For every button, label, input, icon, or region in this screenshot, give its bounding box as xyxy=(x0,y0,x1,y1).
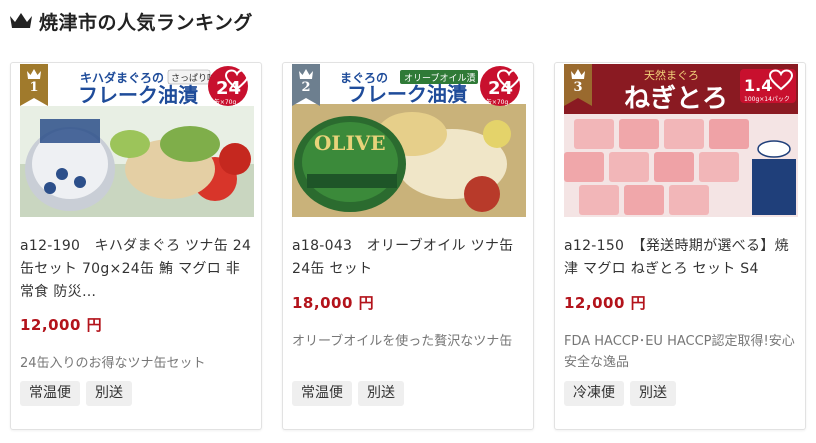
ranking-header: 焼津市の人気ランキング xyxy=(9,8,253,34)
page-title: 焼津市の人気ランキング xyxy=(39,11,253,34)
product-description: 24缶入りのお得なツナ缶セット xyxy=(20,356,206,371)
heart-icon[interactable] xyxy=(497,69,521,91)
tag-shipping: 常温便 xyxy=(292,381,352,406)
rank-number: 2 xyxy=(301,80,311,95)
tag-separate: 別送 xyxy=(630,381,676,406)
rank-number: 3 xyxy=(573,80,583,95)
product-name[interactable]: a12-190 キハダまぐろ ツナ缶 24缶セット 70g×24缶 鮪 マグロ … xyxy=(20,235,252,304)
product-price: 18,000 円 xyxy=(292,294,375,312)
image-unit: 1缶×70g xyxy=(482,98,508,106)
tag-list: 常温便 別送 xyxy=(20,381,132,406)
crown-icon xyxy=(10,13,32,28)
image-unit: 1缶×70g xyxy=(210,98,236,106)
product-description: オリーブオイルを使った贅沢なツナ缶 xyxy=(292,334,513,349)
image-caption-main: ねぎとろ xyxy=(624,84,728,114)
rank-badge: 1 xyxy=(20,64,48,106)
tag-shipping: 常温便 xyxy=(20,381,80,406)
crown-icon xyxy=(27,69,41,79)
product-image[interactable]: 天然まぐろ ねぎとろ 1.4 100g×14パック xyxy=(564,64,798,217)
crown-icon xyxy=(299,69,313,79)
image-caption-main: フレーク油漬 xyxy=(78,83,198,107)
ranking-card-2[interactable]: OLIVE まぐろの オリーブオイル漬 フレーク油漬 24 1缶×70g 2 a… xyxy=(282,62,534,430)
tag-shipping: 冷凍便 xyxy=(564,381,624,406)
tag-separate: 別送 xyxy=(86,381,132,406)
rank-badge: 2 xyxy=(292,64,320,106)
tag-list: 冷凍便 別送 xyxy=(564,381,676,406)
image-caption-main: フレーク油漬 xyxy=(347,82,467,106)
heart-icon[interactable] xyxy=(769,69,793,91)
product-image[interactable]: OLIVE まぐろの オリーブオイル漬 フレーク油漬 24 1缶×70g xyxy=(292,64,526,217)
ranking-list: キハダまぐろの さっぱり味 フレーク油漬 24 1缶×70g 1 a12-190… xyxy=(10,62,806,430)
image-caption-top: 天然まぐろ xyxy=(644,68,699,82)
can-label: OLIVE xyxy=(314,131,386,155)
product-name[interactable]: a18-043 オリーブオイル ツナ缶 24缶 セット xyxy=(292,235,524,281)
product-image[interactable]: キハダまぐろの さっぱり味 フレーク油漬 24 1缶×70g xyxy=(20,64,254,217)
product-price: 12,000 円 xyxy=(20,316,103,334)
crown-icon xyxy=(571,69,585,79)
product-price: 12,000 円 xyxy=(564,294,647,312)
heart-icon[interactable] xyxy=(225,69,249,91)
rank-number: 1 xyxy=(29,80,39,95)
ranking-card-1[interactable]: キハダまぐろの さっぱり味 フレーク油漬 24 1缶×70g 1 a12-190… xyxy=(10,62,262,430)
ranking-card-3[interactable]: 天然まぐろ ねぎとろ 1.4 100g×14パック 3 a12-150 【発送時… xyxy=(554,62,806,430)
rank-badge: 3 xyxy=(564,64,592,106)
tag-list: 常温便 別送 xyxy=(292,381,404,406)
product-description: FDA HACCP･EU HACCP認定取得!安心安全な逸品 xyxy=(564,334,795,370)
tag-separate: 別送 xyxy=(358,381,404,406)
product-name[interactable]: a12-150 【発送時期が選べる】焼津 マグロ ねぎとろ セット S4 xyxy=(564,235,796,281)
image-unit: 100g×14パック xyxy=(744,96,790,103)
